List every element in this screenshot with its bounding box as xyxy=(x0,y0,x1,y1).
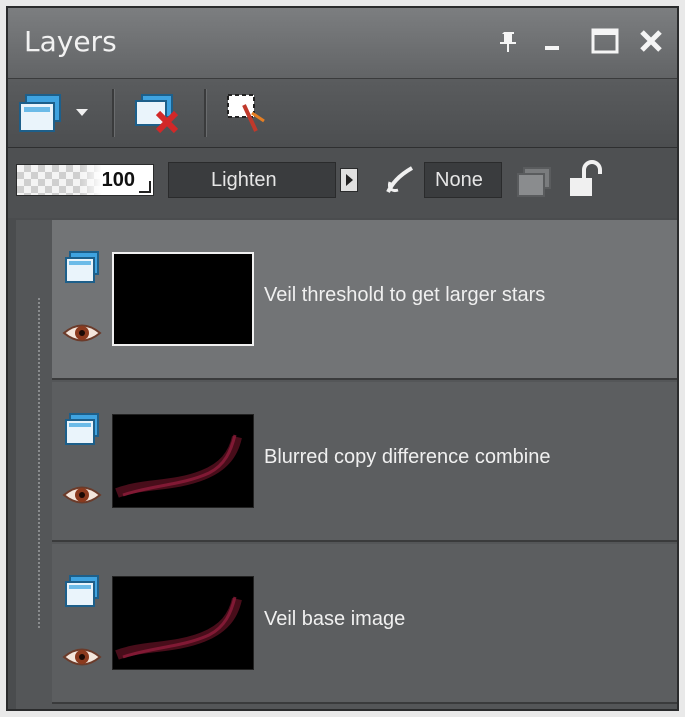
link-icon[interactable] xyxy=(380,162,418,200)
maximize-icon[interactable] xyxy=(588,24,622,58)
visibility-eye-icon[interactable] xyxy=(62,320,102,346)
layers-toolbar xyxy=(8,79,677,148)
dropdown-arrow-icon[interactable] xyxy=(72,91,92,135)
layer-name: Blurred copy difference combine xyxy=(264,446,551,468)
blend-mode-value: Lighten xyxy=(211,169,277,191)
layer-thumbnail xyxy=(112,576,254,670)
opacity-value: 100 xyxy=(101,169,135,191)
mask-icon[interactable] xyxy=(514,162,554,200)
palette-title: Layers xyxy=(24,25,117,58)
visibility-eye-icon[interactable] xyxy=(62,482,102,508)
palette-title-bar[interactable]: Layers xyxy=(8,8,677,79)
group-tree-line xyxy=(38,298,40,628)
pin-icon[interactable] xyxy=(492,24,526,58)
minimize-icon[interactable] xyxy=(536,24,570,58)
layer-thumbnail xyxy=(112,252,254,346)
visibility-eye-icon[interactable] xyxy=(62,644,102,670)
layer-row[interactable]: Veil base image xyxy=(52,544,677,704)
delete-layer-icon[interactable] xyxy=(132,91,188,135)
toolbar-separator xyxy=(204,89,207,137)
slider-corner-icon xyxy=(139,181,151,193)
raster-layer-icon xyxy=(64,412,100,448)
new-raster-layer-icon[interactable] xyxy=(18,91,68,135)
close-icon[interactable] xyxy=(634,24,668,58)
blend-mode-select[interactable]: Lighten xyxy=(168,162,336,198)
opacity-slider[interactable]: 100 xyxy=(16,164,154,196)
layer-row[interactable]: Veil threshold to get larger stars xyxy=(52,220,677,380)
layer-properties-bar: 100 Lighten None xyxy=(8,148,677,218)
edit-selection-icon[interactable] xyxy=(222,91,272,135)
layer-group-link-select[interactable]: None xyxy=(424,162,502,198)
layer-group-link-value: None xyxy=(435,169,483,191)
lock-icon[interactable] xyxy=(566,158,606,200)
layer-thumbnail xyxy=(112,414,254,508)
layers-list[interactable]: Veil threshold to get larger stars Blurr… xyxy=(16,220,677,709)
layer-row[interactable]: Blurred copy difference combine xyxy=(52,382,677,542)
raster-layer-icon xyxy=(64,250,100,286)
layers-palette: Layers 100 Lighten None Veil threshold t… xyxy=(6,6,679,711)
toolbar-separator xyxy=(112,89,115,137)
raster-layer-icon xyxy=(64,574,100,610)
layer-name: Veil base image xyxy=(264,608,406,630)
layer-name: Veil threshold to get larger stars xyxy=(264,284,546,306)
blend-mode-arrow-icon[interactable] xyxy=(340,168,358,192)
